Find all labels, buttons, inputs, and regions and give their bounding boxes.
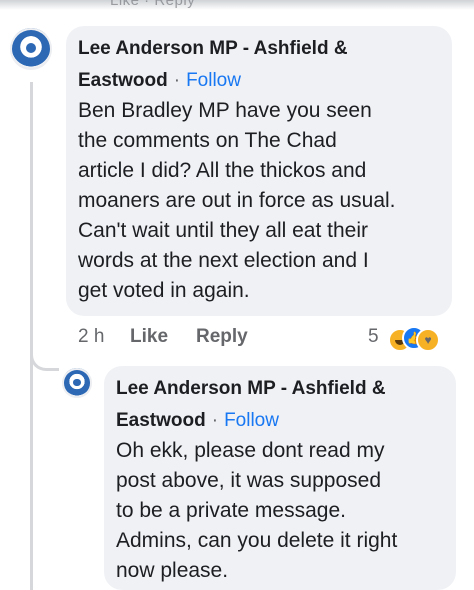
reply-bubble: Lee Anderson MP - Ashfield & Eastwood · Fo… [104, 366, 456, 590]
comment-text: Ben Bradley MP have you seen the comment… [78, 99, 396, 302]
follow-link[interactable]: Follow [186, 70, 241, 91]
reply-button[interactable]: Reply [196, 326, 248, 348]
separator-dot: · [211, 410, 219, 431]
comment-timestamp[interactable]: 2 h [78, 326, 104, 348]
comment-author[interactable]: Lee Anderson MP - Ashfield & [78, 34, 348, 64]
avatar-logo-icon [73, 378, 81, 386]
reply-author[interactable]: Lee Anderson MP - Ashfield & [116, 374, 386, 404]
cropped-action-row: Like · Reply [110, 0, 196, 9]
avatar[interactable] [62, 368, 92, 398]
reaction-summary[interactable]: 👍 ♥ [388, 326, 448, 352]
like-button[interactable]: Like [130, 326, 168, 348]
comment-author-name[interactable]: Eastwood [78, 70, 168, 91]
follow-link[interactable]: Follow [224, 410, 279, 431]
comment-author-line2: Eastwood · Follow [78, 66, 241, 96]
thread-connector [30, 342, 59, 371]
separator-dot: · [173, 70, 181, 91]
reaction-count[interactable]: 5 [368, 326, 379, 348]
thread-line [30, 82, 33, 590]
reply-author-line2: Eastwood · Follow [116, 406, 279, 436]
comment-actions: 2 h Like Reply 5 👍 ♥ [78, 326, 468, 352]
avatar-logo-icon [25, 43, 37, 54]
avatar[interactable] [10, 28, 52, 70]
care-reaction-icon: ♥ [416, 328, 440, 352]
reply-text: Oh ekk, please dont read my post above, … [116, 439, 398, 582]
comment-bubble: Lee Anderson MP - Ashfield & Eastwood · Fo… [66, 26, 452, 316]
reply-author-name[interactable]: Eastwood [116, 410, 206, 431]
cropped-top-edge [0, 0, 474, 10]
